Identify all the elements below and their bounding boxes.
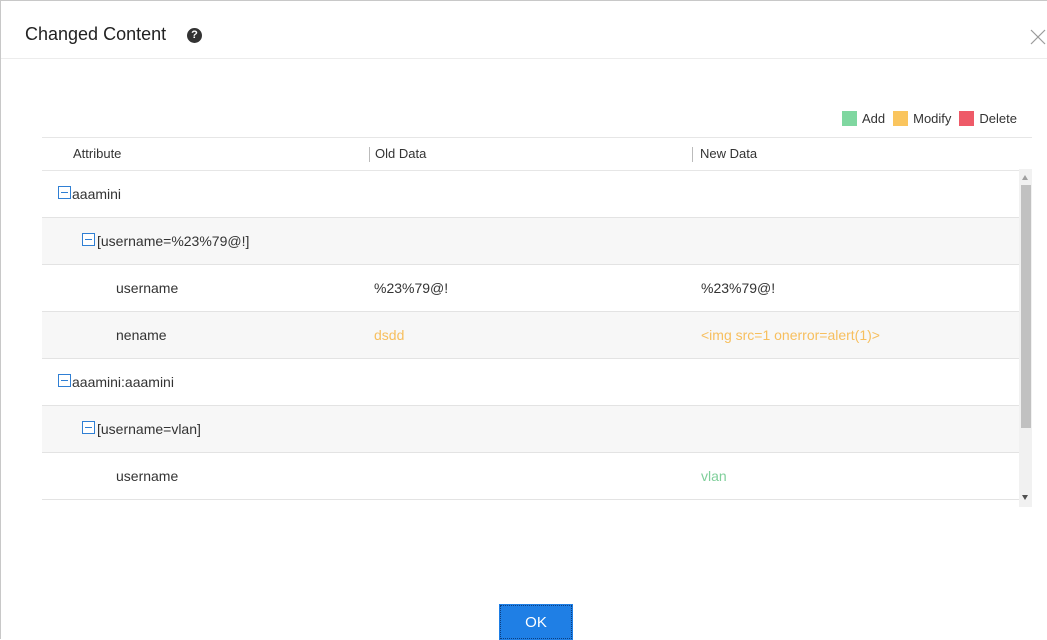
dialog-title-bar: Changed Content ? [1, 1, 1047, 59]
collapse-icon[interactable] [82, 421, 95, 434]
table-body: aaamini [username=%23%79@!] username %23… [42, 171, 1019, 508]
scroll-down-arrow-icon[interactable] [1022, 495, 1028, 500]
table-row: [username=vlan] [42, 406, 1019, 453]
legend-label: Modify [913, 110, 952, 126]
legend-label: Delete [979, 110, 1017, 126]
dialog-title: Changed Content [25, 24, 167, 44]
table-scrollbar[interactable] [1019, 169, 1032, 507]
table-header: Attribute Old Data New Data [42, 138, 1019, 171]
old-data-cell: dsdd [374, 327, 405, 343]
scroll-up-arrow-icon[interactable] [1022, 175, 1028, 180]
changes-table: Attribute Old Data New Data aaamini [use… [42, 137, 1032, 508]
column-divider[interactable] [369, 147, 370, 162]
legend-item-delete: Delete [959, 110, 1017, 126]
modify-swatch [893, 110, 909, 126]
attribute-cell: aaamini:aaamini [72, 374, 174, 390]
table-row: username %23%79@! %23%79@! [42, 265, 1019, 312]
table-row: nename dsdd <img src=1 onerror=alert(1)> [42, 312, 1019, 359]
scroll-thumb[interactable] [1021, 185, 1031, 428]
attribute-cell: nename [116, 327, 167, 343]
add-swatch [841, 110, 857, 126]
column-divider[interactable] [692, 147, 693, 162]
new-data-cell: vlan [701, 468, 727, 484]
table-row: username vlan [42, 453, 1019, 500]
collapse-icon[interactable] [58, 374, 71, 387]
ok-button[interactable]: OK [499, 604, 573, 640]
attribute-cell: [username=vlan] [97, 421, 201, 437]
attribute-cell: [username=%23%79@!] [97, 233, 250, 249]
column-header-old-data[interactable]: Old Data [375, 138, 426, 170]
changed-content-dialog: Changed Content ? Add Modify Delete Attr… [0, 0, 1047, 640]
collapse-icon[interactable] [58, 186, 71, 199]
column-header-attribute[interactable]: Attribute [73, 138, 121, 170]
old-data-cell: %23%79@! [374, 280, 449, 296]
table-row: aaamini:aaamini [42, 359, 1019, 406]
legend-label: Add [861, 110, 886, 126]
new-data-cell: %23%79@! [701, 280, 776, 296]
help-icon[interactable]: ? [187, 28, 202, 43]
delete-swatch [959, 110, 975, 126]
table-row: aaamini [42, 171, 1019, 218]
table-row: [username=%23%79@!] [42, 218, 1019, 265]
column-header-new-data[interactable]: New Data [700, 138, 757, 170]
legend-item-add: Add [841, 110, 886, 126]
attribute-cell: username [116, 280, 179, 296]
legend-item-modify: Modify [893, 110, 952, 126]
collapse-icon[interactable] [82, 233, 95, 246]
attribute-cell: username [116, 468, 179, 484]
attribute-cell: aaamini [72, 186, 122, 202]
new-data-cell: <img src=1 onerror=alert(1)> [701, 327, 880, 343]
close-icon[interactable] [1029, 28, 1047, 46]
change-legend: Add Modify Delete [834, 109, 1017, 127]
